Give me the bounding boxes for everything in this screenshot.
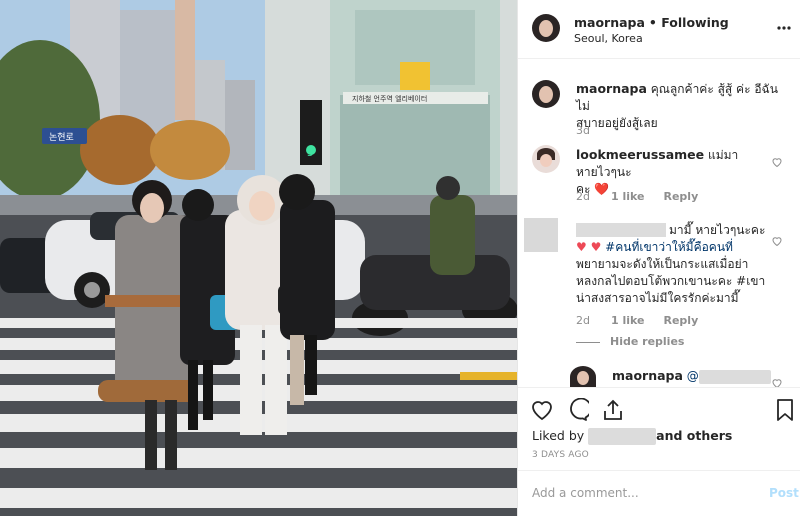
hearts-emoji: ♥ ♥ bbox=[576, 240, 602, 254]
post-comment-button[interactable]: Post bbox=[769, 486, 799, 500]
liked-by-line: Liked by and others bbox=[532, 428, 732, 445]
post-photo[interactable]: 논현로 5 지하철 언주역 엘리베이터 bbox=[0, 0, 517, 516]
liked-by-prefix: Liked by bbox=[532, 428, 585, 443]
hide-replies-label: Hide replies bbox=[610, 335, 685, 348]
comment-1-likes[interactable]: 1 like bbox=[611, 190, 645, 203]
reply-like-icon[interactable] bbox=[771, 374, 783, 389]
comment-1-meta: 2d 1 like Reply bbox=[576, 190, 698, 203]
comment-2-like-icon[interactable] bbox=[771, 232, 783, 247]
ellipsis-icon[interactable] bbox=[776, 20, 792, 36]
reply-mention[interactable]: @ bbox=[687, 369, 699, 383]
comment-2-time[interactable]: 2d bbox=[576, 314, 590, 327]
comment-2-text-2[interactable]: #คนที่เขาว่าให้มี๊คือคนที่ bbox=[605, 240, 733, 254]
post-header: maornapa • Following Seoul, Korea bbox=[518, 0, 800, 59]
caption-username[interactable]: maornapa bbox=[576, 81, 647, 96]
hide-replies-button[interactable]: Hide replies bbox=[576, 335, 684, 348]
comment-1-reply-button[interactable]: Reply bbox=[664, 190, 699, 203]
and-others-link[interactable]: and others bbox=[656, 428, 732, 443]
following-status[interactable]: • Following bbox=[649, 15, 729, 30]
caption-time[interactable]: 3d bbox=[576, 124, 590, 137]
station-sign-text: 지하철 언주역 엘리베이터 bbox=[352, 94, 427, 103]
divider bbox=[518, 387, 800, 388]
comment-2-text-1: มามี๊ หายไวๆนะคะ bbox=[669, 223, 766, 237]
comment-1-username[interactable]: lookmeerussamee bbox=[576, 147, 704, 162]
comment-1-time[interactable]: 2d bbox=[576, 190, 590, 203]
traffic-countdown: 5 bbox=[307, 146, 314, 159]
comment-2-meta: 2d 1 like Reply bbox=[576, 314, 698, 327]
comment-2-text-5: น่าสงสารอาจไม่มีใครรักค่ะมามี๊ bbox=[576, 291, 739, 305]
author-avatar[interactable] bbox=[532, 14, 560, 42]
comment-2: มามี๊ หายไวๆนะคะ ♥ ♥ #คนที่เขาว่าให้มี๊ค… bbox=[576, 222, 771, 307]
reply-preview: maornapa @ bbox=[612, 367, 782, 385]
caption: maornapa คุณลูกค้าค่ะ สู้สู้ ค่ะ อีฉันไม… bbox=[576, 80, 781, 132]
comment-2-text-3: พยายามจะดังให้เป็นกระแสเมื่อย่า bbox=[576, 257, 749, 271]
reply-avatar[interactable] bbox=[570, 366, 596, 388]
comment-2-likes[interactable]: 1 like bbox=[611, 314, 645, 327]
mention-redacted bbox=[698, 369, 771, 384]
street-sign-text: 논현로 bbox=[49, 132, 74, 143]
divider-bottom bbox=[518, 470, 800, 471]
post-side-panel: maornapa • Following Seoul, Korea maorna… bbox=[517, 0, 800, 516]
share-icon[interactable] bbox=[601, 398, 625, 422]
post-timestamp[interactable]: 3 DAYS AGO bbox=[532, 450, 589, 460]
comment-2-reply-button[interactable]: Reply bbox=[664, 314, 699, 327]
liked-by-user-redacted[interactable] bbox=[588, 428, 657, 445]
author-line: maornapa • Following bbox=[574, 15, 729, 30]
location-link[interactable]: Seoul, Korea bbox=[574, 32, 643, 45]
add-comment-input[interactable]: Add a comment... bbox=[532, 486, 639, 500]
author-username[interactable]: maornapa bbox=[574, 15, 645, 30]
street-scene-image: 논현로 5 지하철 언주역 엘리베이터 bbox=[0, 0, 517, 516]
heart-outline-icon[interactable] bbox=[530, 398, 554, 422]
comment-bubble-icon[interactable] bbox=[565, 397, 592, 422]
comment-1-like-icon[interactable] bbox=[771, 153, 783, 168]
commenter-avatar-2[interactable] bbox=[524, 218, 558, 252]
commenter-avatar-1[interactable] bbox=[532, 145, 560, 173]
caption-avatar[interactable] bbox=[532, 80, 560, 108]
bookmark-icon[interactable] bbox=[775, 398, 795, 422]
reply-username[interactable]: maornapa bbox=[612, 368, 683, 383]
comment-2-text-4: หลงกลไปตอบโต้พวกเขานะคะ #เขา bbox=[576, 274, 766, 288]
